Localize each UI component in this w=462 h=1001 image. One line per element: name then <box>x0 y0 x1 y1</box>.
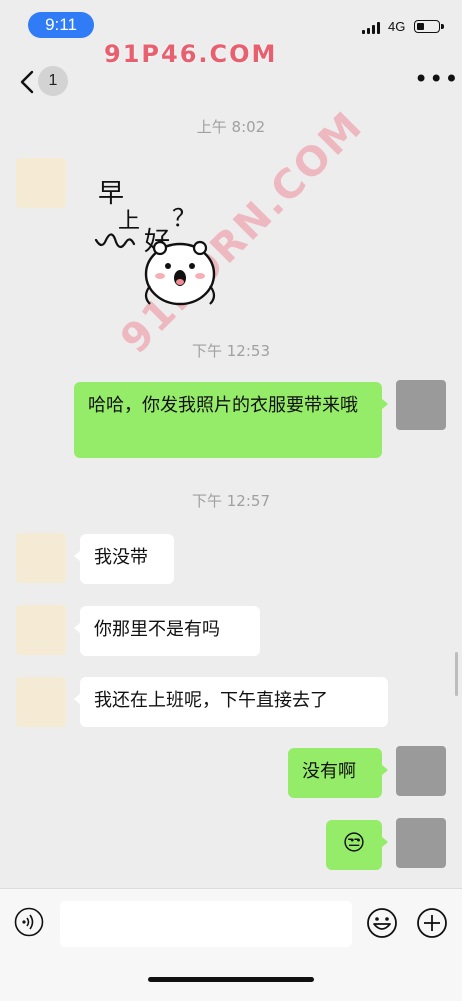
network-type: 4G <box>388 19 406 34</box>
scrollbar[interactable] <box>455 652 458 696</box>
emoji-icon[interactable] <box>366 907 398 939</box>
received-message[interactable]: 我还在上班呢，下午直接去了 <box>74 677 388 727</box>
contact-avatar[interactable] <box>16 677 66 727</box>
signal-icon <box>362 22 382 34</box>
unread-count-badge[interactable]: 1 <box>38 66 68 96</box>
sent-message[interactable]: 哈哈，你发我照片的衣服要带来哦 <box>74 382 388 458</box>
status-time: 9:11 <box>28 12 94 38</box>
received-message[interactable]: 我没带 <box>74 534 174 584</box>
timestamp: 上午 8:02 <box>196 118 266 136</box>
voice-icon[interactable] <box>14 907 44 937</box>
sticker-char: 早 <box>98 179 124 209</box>
back-arrow-icon[interactable] <box>16 68 40 96</box>
my-avatar[interactable] <box>396 746 446 796</box>
contact-avatar[interactable] <box>16 605 66 655</box>
more-icon[interactable]: ••• <box>414 67 458 91</box>
sent-message[interactable]: 没有啊 <box>288 748 388 798</box>
sticker-char: 上 <box>118 209 140 234</box>
timestamp: 下午 12:57 <box>192 492 270 510</box>
my-avatar[interactable] <box>396 818 446 868</box>
plus-icon[interactable] <box>416 907 448 939</box>
good-morning-sticker[interactable]: 早 上 好 ？ <box>88 168 238 318</box>
sent-emoji-message[interactable]: 😒 <box>326 820 388 870</box>
timestamp: 下午 12:53 <box>192 342 270 360</box>
battery-icon <box>414 20 444 33</box>
sticker-char: ？ <box>172 204 196 232</box>
contact-avatar[interactable] <box>16 158 66 208</box>
received-message[interactable]: 你那里不是有吗 <box>74 606 260 656</box>
message-input[interactable] <box>60 901 352 947</box>
home-indicator[interactable] <box>148 977 314 982</box>
input-bar <box>0 888 462 1001</box>
contact-avatar[interactable] <box>16 533 66 583</box>
watermark-top: 91P46.COM <box>104 40 278 68</box>
my-avatar[interactable] <box>396 380 446 430</box>
